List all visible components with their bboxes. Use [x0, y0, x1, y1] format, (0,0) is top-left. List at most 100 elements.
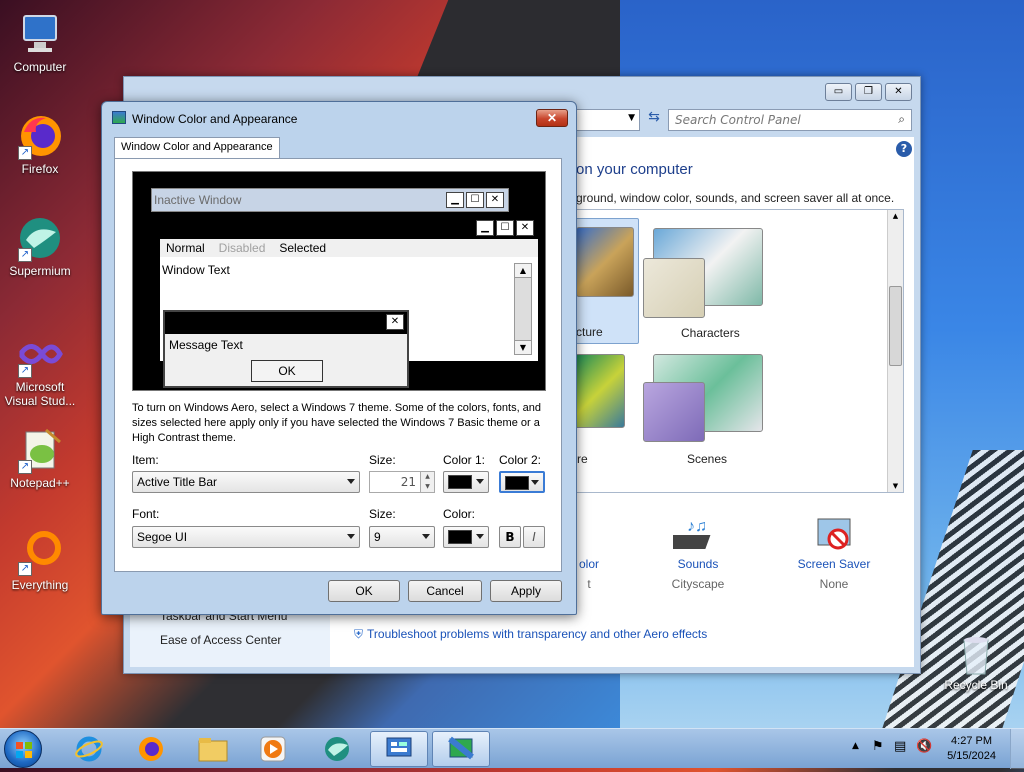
- chevron-up-icon: ▲: [515, 264, 531, 278]
- chevron-down-icon: [422, 534, 430, 539]
- dialog-close-button[interactable]: ✕: [536, 109, 568, 127]
- shortcut-arrow-icon: ↗: [18, 562, 32, 576]
- chevron-up-icon[interactable]: ▲: [888, 212, 903, 220]
- screen-saver-item[interactable]: Screen Saver None: [788, 517, 880, 591]
- dialog-titlebar[interactable]: Window Color and Appearance ✕: [102, 102, 576, 134]
- taskbar-media-player[interactable]: [244, 731, 302, 767]
- theme-thumbnail: [643, 258, 705, 318]
- chevron-down-icon: ▼: [515, 340, 531, 354]
- restore-button[interactable]: ❐: [855, 83, 882, 101]
- taskbar-ie[interactable]: [60, 731, 118, 767]
- cancel-button[interactable]: Cancel: [408, 580, 482, 602]
- theme-label: cture: [576, 325, 603, 339]
- desktop-icon-firefox[interactable]: ↗ Firefox: [2, 112, 78, 176]
- desktop-icon-label: Microsoft Visual Stud...: [4, 380, 76, 408]
- control-panel-icon: [386, 737, 412, 757]
- refresh-icon[interactable]: ⇆: [644, 109, 664, 131]
- page-title: on your computer: [576, 161, 693, 178]
- search-input[interactable]: Search Control Panel ⌕: [668, 109, 912, 131]
- window-color-icon: [112, 111, 126, 124]
- start-button[interactable]: [4, 730, 42, 768]
- close-icon: ✕: [516, 220, 534, 236]
- appearance-preview[interactable]: Inactive Window ▁ ☐ ✕ ▁ ☐ ✕ Normal Disab…: [132, 171, 546, 391]
- search-icon: ⌕: [898, 112, 905, 126]
- minimize-button[interactable]: ▭: [825, 83, 852, 101]
- flag-icon[interactable]: ⚑: [872, 739, 884, 754]
- theme-thumbnail: [643, 382, 705, 442]
- desktop-icon-supermium[interactable]: ↗ Supermium: [2, 214, 78, 278]
- item-size-spinner[interactable]: 21 ▲ ▼: [369, 471, 435, 493]
- color-link-item[interactable]: olor t: [574, 517, 604, 591]
- supermium-icon: ↗: [16, 214, 64, 262]
- sounds-item[interactable]: ♪♫ Sounds Cityscape: [656, 517, 740, 591]
- font-size-select[interactable]: 9: [369, 526, 435, 548]
- preview-inactive-window: Inactive Window ▁ ☐ ✕: [151, 188, 509, 212]
- font-color-picker[interactable]: [443, 526, 489, 548]
- color1-picker[interactable]: [443, 471, 489, 493]
- chevron-down-icon: ▼: [628, 113, 635, 123]
- theme-thumbnail: [577, 227, 634, 297]
- theme-item-selected[interactable]: cture: [576, 218, 639, 344]
- font-label: Font:: [132, 507, 160, 521]
- taskbar-window-color[interactable]: [432, 731, 490, 767]
- svg-text:♪♫: ♪♫: [687, 518, 707, 535]
- chevron-down-icon[interactable]: ▼: [888, 482, 903, 490]
- everything-icon: ↗: [16, 528, 64, 576]
- clock-time: 4:27 PM: [951, 735, 993, 747]
- shield-icon: ⛨: [354, 627, 364, 641]
- font-size-label: Size:: [369, 507, 396, 521]
- scroll-thumb[interactable]: [889, 286, 902, 366]
- italic-button[interactable]: I: [523, 526, 545, 548]
- computer-icon: [16, 10, 64, 58]
- close-icon: ✕: [386, 314, 404, 330]
- windows-logo-icon: [16, 742, 32, 758]
- page-subtitle: ground, window color, sounds, and screen…: [576, 191, 895, 205]
- apply-button[interactable]: Apply: [490, 580, 562, 602]
- close-icon: ✕: [486, 192, 504, 208]
- volume-muted-icon[interactable]: 🔇: [916, 739, 932, 754]
- show-hidden-icons-icon[interactable]: ▲: [852, 741, 859, 751]
- preview-menu-disabled: Disabled: [218, 241, 266, 255]
- desktop-icon-label: Supermium: [9, 264, 71, 278]
- clock[interactable]: 4:27 PM 5/15/2024: [947, 734, 996, 764]
- item-select[interactable]: Active Title Bar: [132, 471, 360, 493]
- shortcut-arrow-icon: ↗: [18, 364, 32, 378]
- show-desktop-button[interactable]: [1010, 729, 1024, 769]
- bold-button[interactable]: B: [499, 526, 521, 548]
- maximize-icon: ☐: [466, 192, 484, 208]
- address-dropdown[interactable]: ▼: [574, 109, 640, 131]
- theme-label: Scenes: [687, 452, 728, 466]
- font-color-label: Color:: [443, 507, 476, 521]
- close-button[interactable]: ✕: [885, 83, 912, 101]
- help-icon[interactable]: ?: [896, 141, 912, 157]
- preview-message-text: Message Text: [169, 338, 243, 352]
- taskbar-firefox[interactable]: [122, 731, 180, 767]
- chevron-up-icon[interactable]: ▲: [421, 472, 434, 482]
- preview-ok-button: OK: [251, 360, 323, 382]
- color2-picker[interactable]: [499, 471, 545, 493]
- font-select[interactable]: Segoe UI: [132, 526, 360, 548]
- network-icon[interactable]: ▤: [894, 739, 906, 754]
- desktop-icon-everything[interactable]: ↗ Everything: [2, 528, 78, 592]
- desktop-icon-recycle-bin[interactable]: Recycle Bin: [938, 632, 1014, 692]
- theme-label: Characters: [681, 326, 740, 340]
- desktop-icon-computer[interactable]: Computer: [2, 10, 78, 74]
- taskbar-control-panel[interactable]: [370, 731, 428, 767]
- chevron-down-icon[interactable]: ▼: [421, 482, 434, 492]
- taskbar-explorer[interactable]: [184, 731, 242, 767]
- window-color-dialog: Window Color and Appearance ✕ Window Col…: [101, 101, 577, 615]
- minimize-icon: ▁: [446, 192, 464, 208]
- font-color-swatch: [448, 530, 472, 544]
- taskbar-supermium[interactable]: [308, 731, 366, 767]
- desktop-icon-label: Everything: [11, 578, 69, 592]
- ok-button[interactable]: OK: [328, 580, 400, 602]
- tab-window-color[interactable]: Window Color and Appearance: [114, 137, 280, 159]
- desktop-icon-notepadpp[interactable]: ↗ Notepad++: [2, 426, 78, 490]
- visual-studio-icon: ↗: [16, 330, 64, 378]
- sidebar-link-ease-of-access[interactable]: Ease of Access Center: [160, 633, 281, 647]
- troubleshoot-link[interactable]: ⛨ Troubleshoot problems with transparency…: [354, 627, 707, 642]
- taskbar: ▲ ⚑ ▤ 🔇 4:27 PM 5/15/2024: [0, 728, 1024, 769]
- theme-list-scrollbar[interactable]: ▼ ▲: [887, 210, 903, 492]
- theme-label: re: [577, 452, 588, 466]
- desktop-icon-visual-studio[interactable]: ↗ Microsoft Visual Stud...: [2, 330, 78, 408]
